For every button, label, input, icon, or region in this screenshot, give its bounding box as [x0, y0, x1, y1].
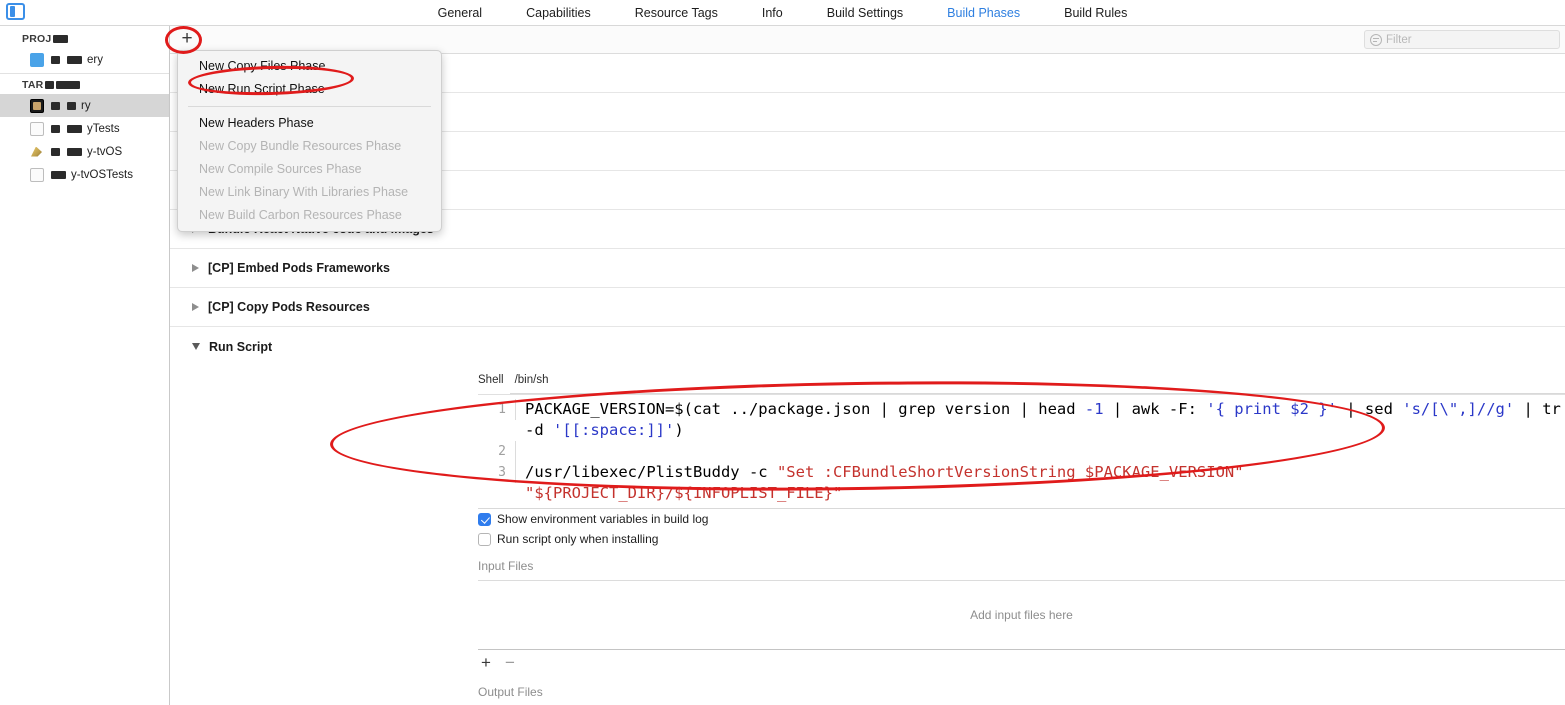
redacted-text	[67, 148, 82, 156]
shell-row: Shell /bin/sh	[170, 366, 1565, 393]
targets-group-label: TAR	[22, 79, 43, 91]
checkbox-run-only-when-installing[interactable]	[478, 533, 491, 546]
tab-build-phases[interactable]: Build Phases	[947, 6, 1020, 20]
navigator-item-tvos-tests-target[interactable]: y-tvOSTests	[0, 163, 169, 186]
code-line-text[interactable]: PACKAGE_VERSION=$(cat ../package.json | …	[525, 399, 1565, 441]
menu-item-new-compile-sources-phase: New Compile Sources Phase	[178, 158, 441, 181]
build-phase-title: Run Script	[209, 340, 272, 354]
build-phase-title: [CP] Embed Pods Frameworks	[208, 261, 390, 275]
project-group-label: PROJ	[22, 33, 51, 45]
option-show-env-vars[interactable]: Show environment variables in build log	[170, 509, 1565, 529]
test-target-icon	[30, 122, 44, 136]
tab-general[interactable]: General	[438, 6, 482, 20]
navigator-item-project[interactable]: ery	[0, 48, 169, 71]
menu-divider	[188, 106, 431, 107]
filter-input[interactable]: Filter	[1364, 30, 1560, 49]
build-phase-row-copy-pods-resources[interactable]: [CP] Copy Pods Resources	[170, 288, 1565, 327]
navigator-targets-group-header: TAR	[0, 76, 169, 94]
project-navigator: PROJ ery TAR ry yTests	[0, 26, 170, 705]
redacted-text	[51, 102, 60, 110]
navigator-item-tvos-target[interactable]: y-tvOS	[0, 140, 169, 163]
menu-item-new-link-binary-with-libraries-phase: New Link Binary With Libraries Phase	[178, 181, 441, 204]
menu-item-new-build-carbon-resources-phase: New Build Carbon Resources Phase	[178, 204, 441, 227]
navigator-item-tests-target[interactable]: yTests	[0, 117, 169, 140]
redacted-text	[56, 81, 80, 89]
menu-item-new-run-script-phase[interactable]: New Run Script Phase	[178, 78, 441, 101]
add-input-file-button[interactable]: +	[481, 654, 491, 671]
test-target-icon	[30, 168, 44, 182]
line-number: 2	[478, 441, 516, 462]
redacted-text	[51, 148, 60, 156]
shell-input[interactable]: /bin/sh	[513, 374, 1565, 386]
add-build-phase-button[interactable]: +	[176, 29, 198, 51]
app-target-icon	[30, 99, 44, 113]
navigator-divider	[0, 73, 169, 74]
window-toolbar: General Capabilities Resource Tags Info …	[0, 0, 1565, 26]
option-label: Run script only when installing	[497, 532, 658, 546]
editor-tab-bar: General Capabilities Resource Tags Info …	[0, 0, 1565, 26]
input-files-controls: + −	[170, 650, 1565, 675]
navigator-item-label: y-tvOSTests	[71, 169, 133, 181]
redacted-text	[67, 102, 76, 110]
tab-resource-tags[interactable]: Resource Tags	[635, 6, 718, 20]
input-files-label: Input Files	[170, 549, 1565, 580]
run-script-detail: Shell /bin/sh 1 PACKAGE_VERSION=$(cat ..…	[170, 366, 1565, 705]
menu-item-new-headers-phase[interactable]: New Headers Phase	[178, 112, 441, 135]
tv-target-icon	[30, 145, 44, 159]
filter-icon	[1370, 34, 1382, 46]
navigator-item-label: yTests	[87, 123, 120, 135]
navigator-item-label: ery	[87, 54, 103, 66]
navigator-project-group-header: PROJ	[0, 30, 169, 48]
code-line: 3 /usr/libexec/PlistBuddy -c "Set :CFBun…	[478, 462, 1565, 504]
tab-info[interactable]: Info	[762, 6, 783, 20]
shell-label: Shell	[478, 374, 504, 386]
menu-item-new-copy-bundle-resources-phase: New Copy Bundle Resources Phase	[178, 135, 441, 158]
build-phase-row-embed-pods-frameworks[interactable]: [CP] Embed Pods Frameworks	[170, 249, 1565, 288]
redacted-text	[53, 35, 68, 43]
navigator-item-app-target[interactable]: ry	[0, 94, 169, 117]
navigator-item-label: ry	[81, 100, 91, 112]
redacted-text	[67, 56, 82, 64]
project-icon	[30, 53, 44, 67]
redacted-text	[67, 125, 82, 133]
output-files-label: Output Files	[170, 675, 1565, 705]
menu-item-new-copy-files-phase[interactable]: New Copy Files Phase	[178, 55, 441, 78]
add-build-phase-menu: New Copy Files Phase New Run Script Phas…	[177, 50, 442, 232]
redacted-text	[51, 171, 66, 179]
code-line: 2	[478, 441, 1565, 462]
remove-input-file-button[interactable]: −	[505, 654, 515, 671]
code-line-text[interactable]: /usr/libexec/PlistBuddy -c "Set :CFBundl…	[525, 462, 1565, 504]
line-number: 1	[478, 399, 516, 420]
navigator-item-label: y-tvOS	[87, 146, 122, 158]
tab-capabilities[interactable]: Capabilities	[526, 6, 591, 20]
line-number: 3	[478, 462, 516, 483]
xcode-window: General Capabilities Resource Tags Info …	[0, 0, 1565, 705]
tab-build-settings[interactable]: Build Settings	[827, 6, 903, 20]
code-line: 1 PACKAGE_VERSION=$(cat ../package.json …	[478, 399, 1565, 441]
filter-placeholder: Filter	[1386, 34, 1412, 46]
script-code-editor[interactable]: 1 PACKAGE_VERSION=$(cat ../package.json …	[478, 394, 1565, 508]
checkbox-show-env-vars[interactable]	[478, 513, 491, 526]
redacted-text	[51, 56, 60, 64]
tab-build-rules[interactable]: Build Rules	[1064, 6, 1127, 20]
redacted-text	[51, 125, 60, 133]
build-phase-row-run-script[interactable]: Run Script	[170, 327, 1565, 366]
chevron-down-icon[interactable]	[192, 343, 200, 350]
build-phase-title: [CP] Copy Pods Resources	[208, 300, 370, 314]
option-run-only-when-installing[interactable]: Run script only when installing	[170, 529, 1565, 549]
input-files-empty-message: Add input files here	[478, 581, 1565, 649]
chevron-right-icon[interactable]	[192, 303, 199, 311]
option-label: Show environment variables in build log	[497, 512, 708, 526]
redacted-text	[45, 81, 54, 89]
chevron-right-icon[interactable]	[192, 264, 199, 272]
